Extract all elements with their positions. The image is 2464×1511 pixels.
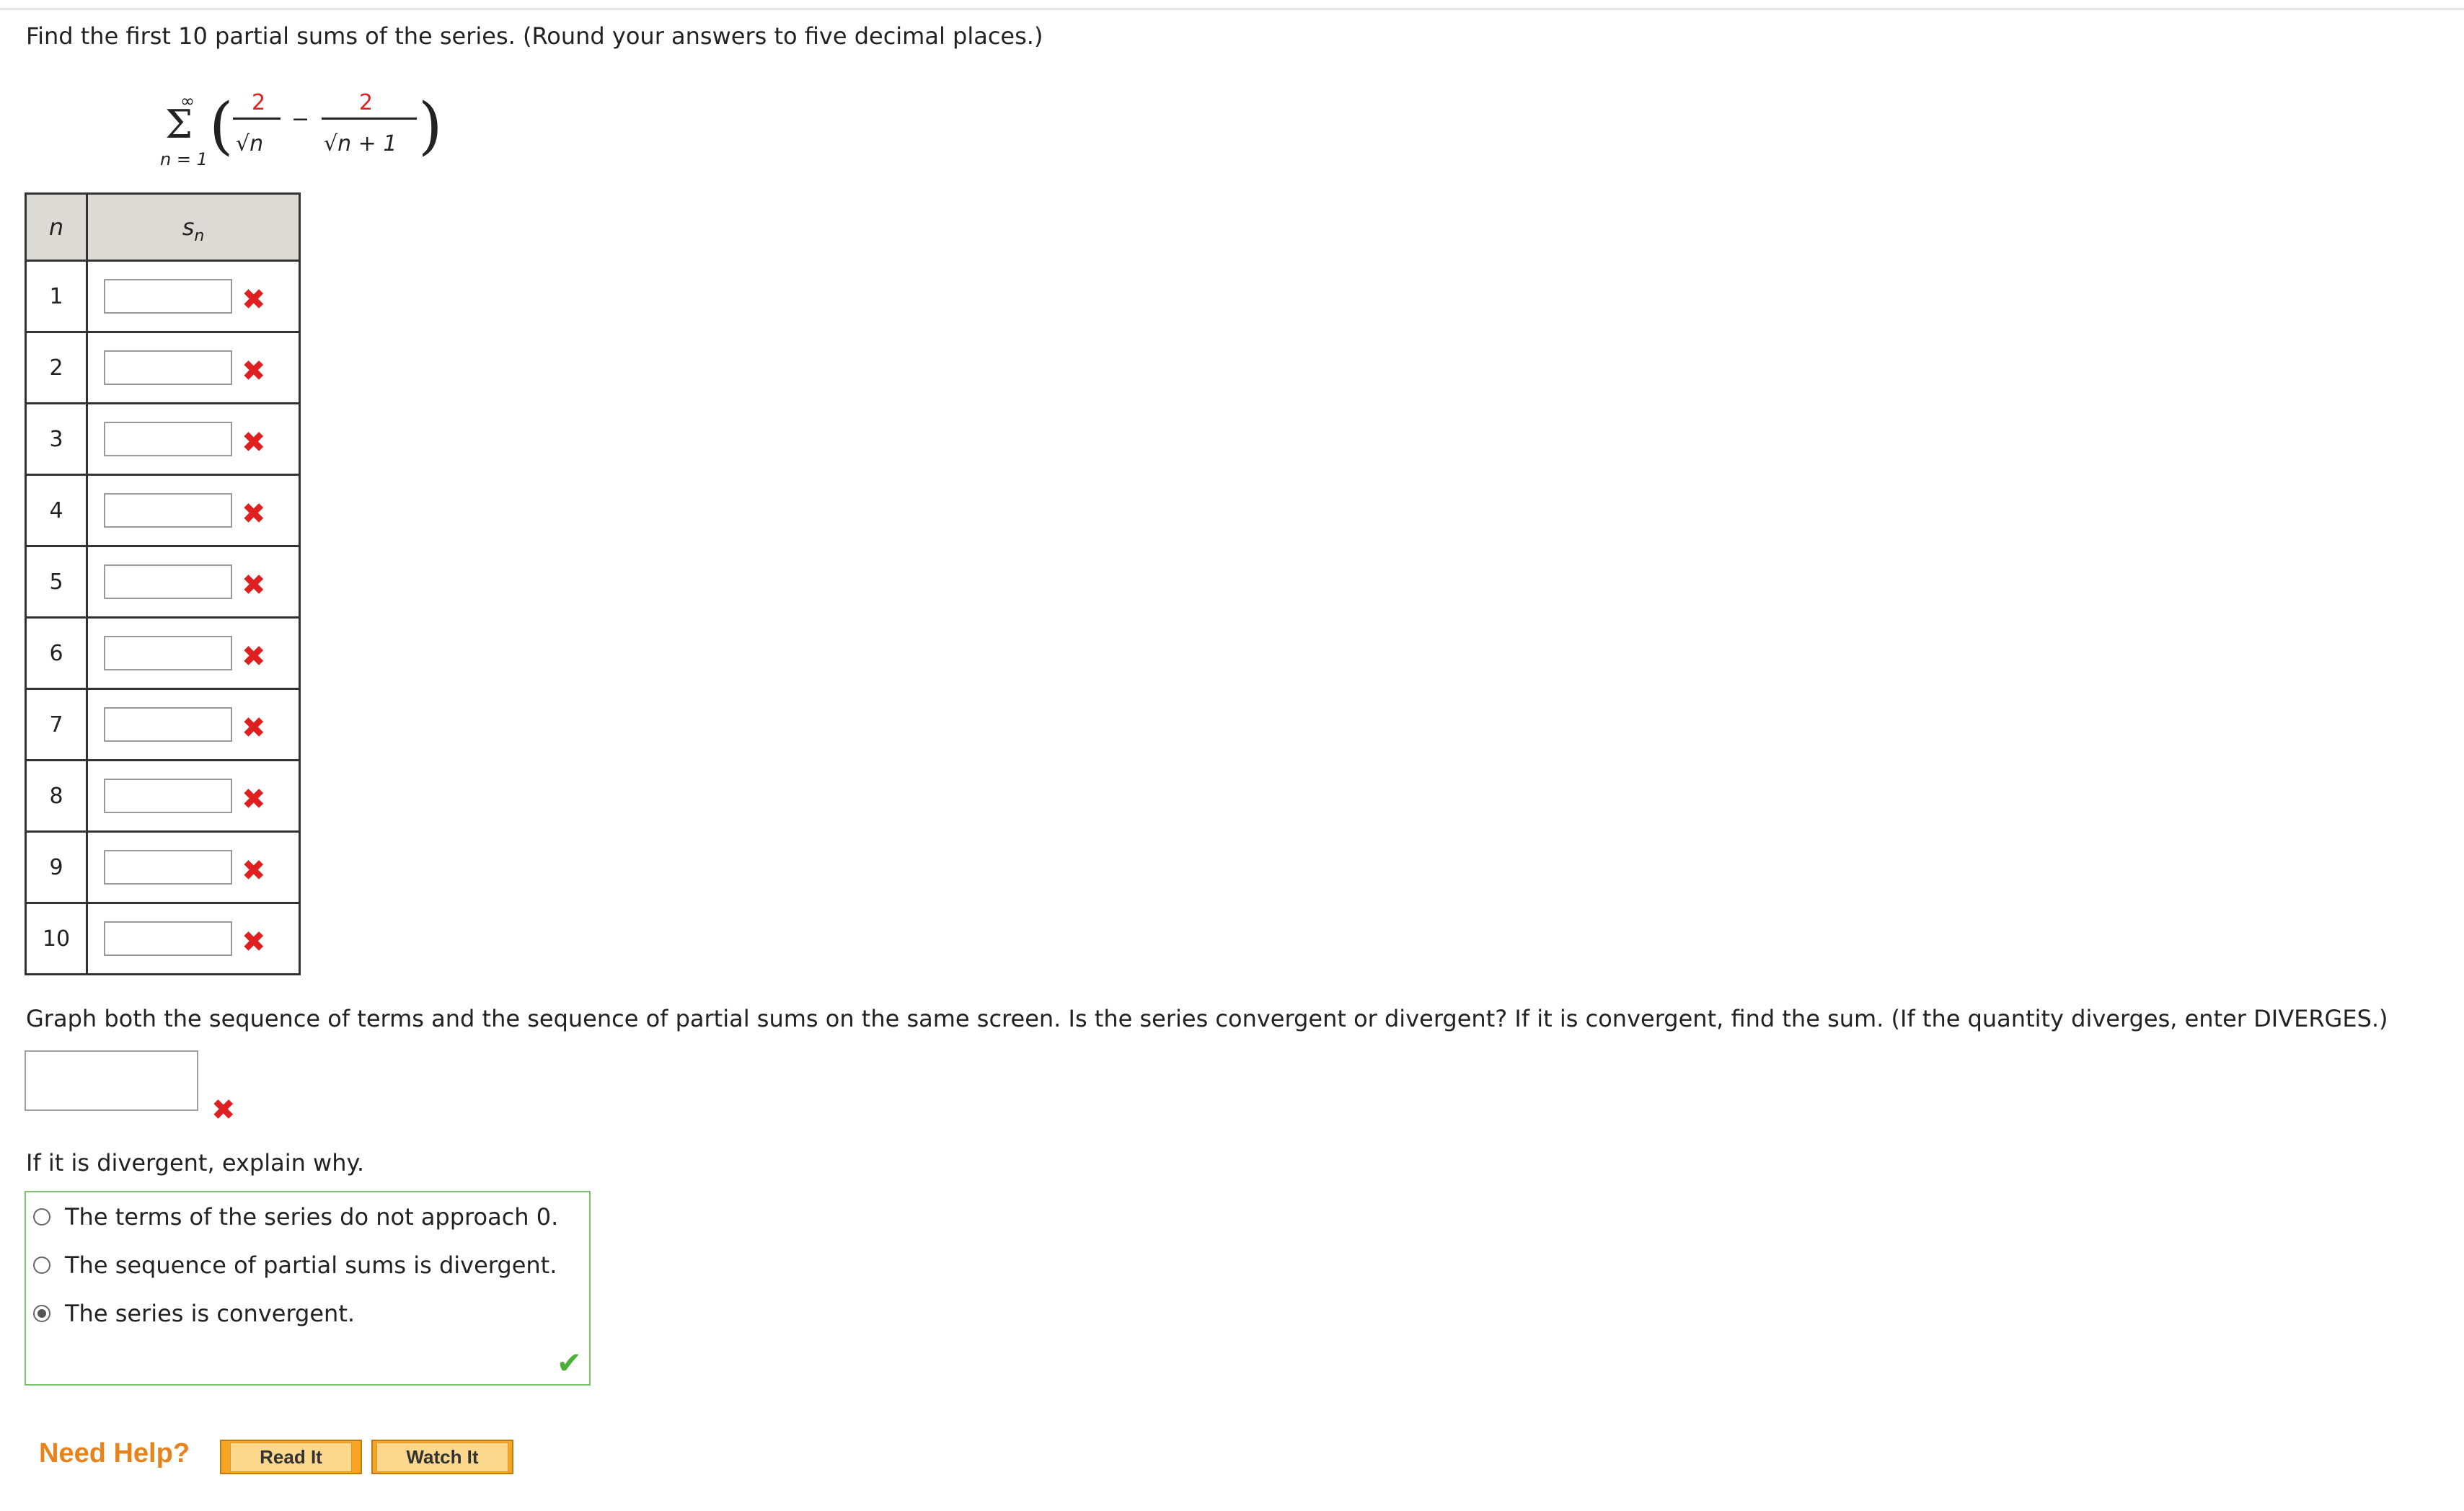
watch-it-button[interactable]: Watch It bbox=[371, 1440, 513, 1474]
choice-terms-not-zero[interactable]: The terms of the series do not approach … bbox=[33, 1202, 558, 1231]
convergence-prompt: Graph both the sequence of terms and the… bbox=[26, 1005, 2388, 1032]
partial-sum-input[interactable] bbox=[104, 422, 232, 456]
x-icon: ✖ bbox=[242, 854, 266, 887]
table-row: 5 ✖ bbox=[25, 545, 301, 619]
x-icon: ✖ bbox=[211, 1094, 236, 1127]
row-index: 9 bbox=[25, 830, 88, 904]
choice-partial-sums-divergent[interactable]: The sequence of partial sums is divergen… bbox=[33, 1251, 557, 1280]
partial-sum-cell: ✖ bbox=[86, 260, 301, 333]
numerator-2: 2 bbox=[359, 90, 374, 115]
x-icon: ✖ bbox=[242, 711, 266, 745]
table-row: 1 ✖ bbox=[25, 260, 301, 333]
radio-button[interactable] bbox=[33, 1208, 50, 1226]
partial-sum-cell: ✖ bbox=[86, 331, 301, 404]
partial-sum-input[interactable] bbox=[104, 779, 232, 813]
table-row: 10 ✖ bbox=[25, 902, 301, 975]
row-index: 4 bbox=[25, 474, 88, 547]
fraction-bar-1 bbox=[233, 118, 281, 120]
table-row: 9 ✖ bbox=[25, 830, 301, 904]
row-index: 5 bbox=[25, 545, 88, 619]
row-index: 10 bbox=[25, 902, 88, 975]
read-it-button[interactable]: Read It bbox=[220, 1440, 362, 1474]
row-index: 2 bbox=[25, 331, 88, 404]
column-header-sn: sn bbox=[86, 192, 301, 262]
partial-sum-cell: ✖ bbox=[86, 759, 301, 833]
top-divider bbox=[0, 0, 2464, 10]
row-index: 6 bbox=[25, 616, 88, 690]
radio-button-selected[interactable] bbox=[33, 1305, 50, 1322]
partial-sum-input[interactable] bbox=[104, 493, 232, 528]
x-icon: ✖ bbox=[242, 782, 266, 816]
partial-sum-cell: ✖ bbox=[86, 474, 301, 547]
x-icon: ✖ bbox=[242, 925, 266, 959]
read-it-label: Read It bbox=[230, 1442, 352, 1472]
row-index: 1 bbox=[25, 260, 88, 333]
partial-sum-cell: ✖ bbox=[86, 545, 301, 619]
choice-group: The terms of the series do not approach … bbox=[25, 1191, 591, 1386]
table-row: 8 ✖ bbox=[25, 759, 301, 833]
row-index: 7 bbox=[25, 688, 88, 761]
sn-subscript: n bbox=[194, 227, 205, 245]
partial-sum-input[interactable] bbox=[104, 707, 232, 742]
table-row: 7 ✖ bbox=[25, 688, 301, 761]
radio-button[interactable] bbox=[33, 1257, 50, 1274]
partial-sum-cell: ✖ bbox=[86, 402, 301, 476]
x-icon: ✖ bbox=[242, 354, 266, 388]
row-index: 8 bbox=[25, 759, 88, 833]
partial-sum-cell: ✖ bbox=[86, 830, 301, 904]
row-index: 3 bbox=[25, 402, 88, 476]
choice-series-convergent[interactable]: The series is convergent. bbox=[33, 1299, 355, 1328]
watch-it-label: Watch It bbox=[376, 1442, 508, 1472]
left-paren: ( bbox=[209, 90, 234, 162]
x-icon: ✖ bbox=[242, 425, 266, 459]
table-row: 2 ✖ bbox=[25, 331, 301, 404]
divergence-prompt: If it is divergent, explain why. bbox=[26, 1149, 365, 1177]
partial-sum-input[interactable] bbox=[104, 350, 232, 385]
partial-sum-input[interactable] bbox=[104, 921, 232, 956]
question-prompt: Find the first 10 partial sums of the se… bbox=[26, 22, 1043, 50]
x-icon: ✖ bbox=[242, 497, 266, 531]
column-header-n: n bbox=[25, 192, 88, 262]
table-row: 4 ✖ bbox=[25, 474, 301, 547]
partial-sum-input[interactable] bbox=[104, 564, 232, 599]
table-row: 3 ✖ bbox=[25, 402, 301, 476]
fraction-bar-2 bbox=[322, 118, 417, 120]
partial-sum-input[interactable] bbox=[104, 279, 232, 314]
sum-answer-input[interactable] bbox=[25, 1050, 198, 1111]
sum-lower-limit: n = 1 bbox=[160, 149, 208, 169]
right-paren: ) bbox=[418, 90, 443, 162]
x-icon: ✖ bbox=[242, 568, 266, 602]
x-icon: ✖ bbox=[242, 639, 266, 673]
partial-sum-cell: ✖ bbox=[86, 688, 301, 761]
sigma-symbol: Σ bbox=[165, 102, 193, 147]
partial-sum-cell: ✖ bbox=[86, 902, 301, 975]
partial-sum-input[interactable] bbox=[104, 636, 232, 670]
partial-sums-table: n sn 1 ✖ 2 ✖ 3 ✖ 4 ✖ 5 ✖ 6 ✖ 7 ✖ 8 ✖ 9 ✖ 10 ✖ bbox=[25, 192, 301, 975]
numerator-1: 2 bbox=[252, 90, 266, 115]
denominator-1: √n bbox=[236, 131, 264, 156]
need-help-title: Need Help? bbox=[39, 1438, 190, 1468]
table-row: 6 ✖ bbox=[25, 616, 301, 690]
choice-label: The sequence of partial sums is divergen… bbox=[65, 1251, 557, 1279]
x-icon: ✖ bbox=[242, 283, 266, 316]
choice-label: The series is convergent. bbox=[65, 1300, 356, 1327]
sn-symbol: s bbox=[182, 213, 195, 241]
partial-sum-input[interactable] bbox=[104, 850, 232, 885]
minus-sign: − bbox=[291, 107, 310, 132]
denominator-2: √n + 1 bbox=[324, 131, 397, 156]
checkmark-icon: ✔ bbox=[556, 1345, 582, 1381]
choice-label: The terms of the series do not approach … bbox=[65, 1203, 559, 1231]
partial-sum-cell: ✖ bbox=[86, 616, 301, 690]
